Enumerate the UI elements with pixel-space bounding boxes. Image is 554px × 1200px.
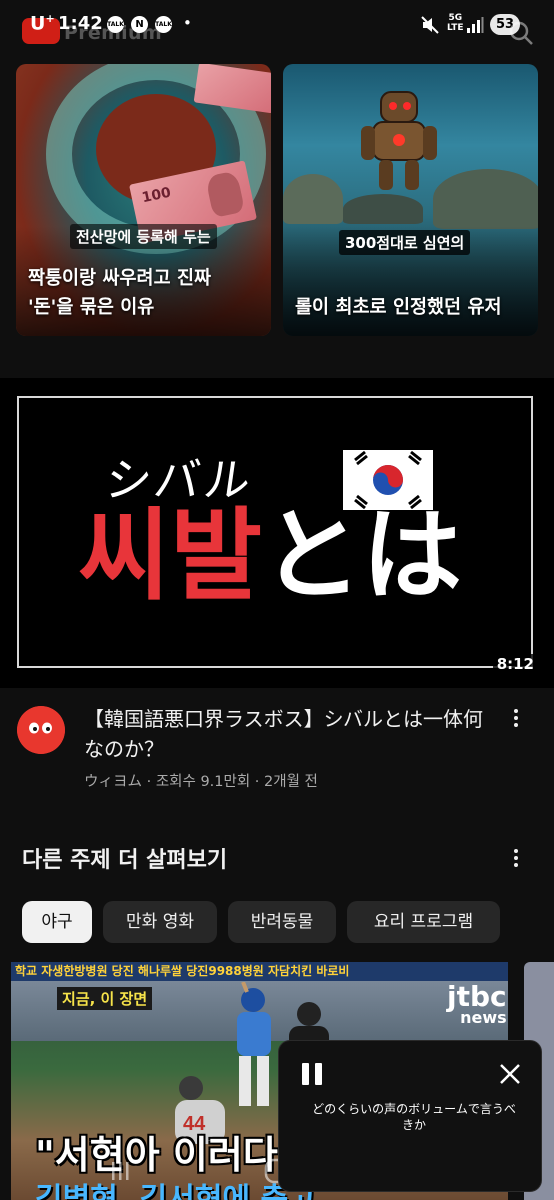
video-subtitle: ウィヨム · 조회수 9.1만회 · 2개월 전 — [84, 774, 318, 790]
status-bar: Premium U+ 1:42 TALK N TALK • 5G LTE 53 — [0, 0, 554, 50]
pause-icon[interactable] — [299, 1061, 325, 1087]
shorts-shelf: 100 전산망에 등록해 두는 짝퉁이랑 싸우려고 진짜 '돈'을 묶은 이유 … — [16, 64, 538, 336]
short-overlay-tag: 전산망에 등록해 두는 — [70, 224, 217, 249]
scene-tag: 지금, 이 장면 — [57, 987, 153, 1010]
mini-player[interactable]: どのくらいの声のボリュームで言うべきか — [278, 1040, 542, 1192]
robot-character-image — [361, 91, 437, 190]
status-clock: 1:42 — [58, 13, 103, 34]
network-type: 5G LTE — [447, 13, 464, 33]
video-title[interactable]: 【韓国語悪口界ラスボス】シバルとは一体何なのか？ — [84, 704, 484, 764]
chip-animation[interactable]: 만화 영화 — [103, 901, 217, 943]
stadium-ad-strip: 학교 자생한방병원 당진 해나루쌀 당진9988병원 자담치킨 바로비 — [11, 962, 508, 981]
chip-pets[interactable]: 반려동물 — [228, 901, 336, 943]
mute-icon — [421, 16, 439, 34]
video-metadata: 【韓国語悪口界ラスボス】シバルとは一体何なのか？ ウィヨム · 조회수 9.1만… — [0, 700, 554, 800]
channel-avatar[interactable] — [17, 706, 65, 754]
chip-cooking-show[interactable]: 요리 프로그램 — [347, 901, 500, 943]
mini-player-caption: どのくらいの声のボリュームで言うべきか — [312, 1102, 516, 1132]
signal-icon — [467, 17, 484, 33]
carrier-label: U+ — [30, 12, 55, 35]
short-title: 짝퉁이랑 싸우려고 진짜 '돈'을 묶은 이유 — [28, 268, 212, 318]
chip-baseball[interactable]: 야구 — [22, 901, 92, 943]
video-thumbnail[interactable]: シバル 씨발とは 8:12 — [0, 378, 554, 688]
search-icon[interactable] — [508, 20, 534, 46]
explore-heading: 다른 주제 더 살펴보기 — [22, 848, 228, 873]
naver-notification-icon: N — [131, 16, 148, 33]
kakaotalk-notification-icon: TALK — [107, 16, 124, 33]
thumbnail-headline: 씨발とは — [78, 497, 462, 614]
kakaotalk-notification-icon: TALK — [155, 16, 172, 33]
duration-badge: 8:12 — [492, 654, 538, 674]
more-notifications-dot-icon: • — [183, 14, 192, 32]
jtbc-news-logo: jtbc news — [447, 980, 507, 1027]
short-card[interactable]: 100 전산망에 등록해 두는 짝퉁이랑 싸우려고 진짜 '돈'을 묶은 이유 — [16, 64, 271, 336]
short-card[interactable]: 300점대로 심연의 롤이 최초로 인정했던 유저 — [283, 64, 538, 336]
close-icon[interactable] — [497, 1061, 523, 1087]
short-overlay-tag: 300점대로 심연의 — [339, 230, 471, 255]
short-title: 롤이 최초로 인정했던 유저 — [295, 297, 502, 318]
recent-apps-icon[interactable] — [110, 1158, 130, 1184]
explore-more-options-icon[interactable] — [506, 846, 526, 872]
video-caption-line1: "서현아 이러다 — [35, 1133, 278, 1177]
video-more-options-icon[interactable] — [506, 706, 526, 732]
